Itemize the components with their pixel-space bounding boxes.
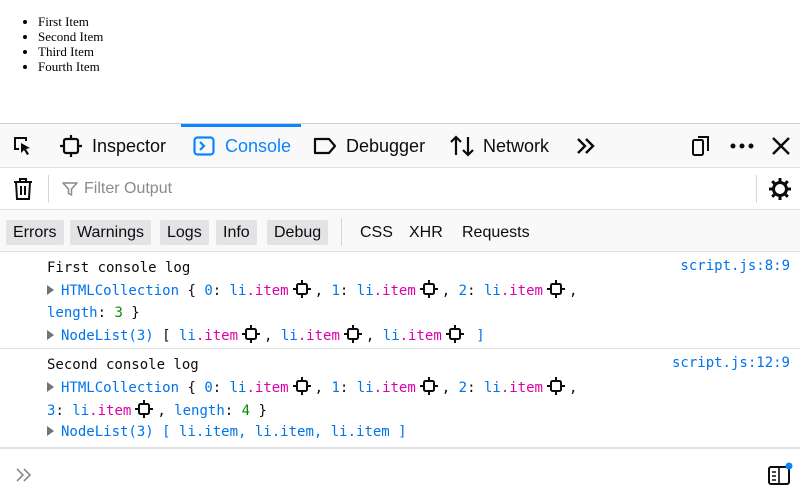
console-level-filters: Errors Warnings Logs Info Debug CSS XHR … <box>0 210 800 252</box>
chevron-double-right-icon <box>577 138 595 154</box>
log-source-link[interactable]: script.js:12:9 <box>672 355 790 371</box>
clear-console-button[interactable] <box>8 168 38 210</box>
tab-label: Debugger <box>346 135 426 156</box>
list-item: Third Item <box>38 44 103 59</box>
select-node-icon[interactable] <box>419 377 438 395</box>
log-text: First console log <box>47 260 191 276</box>
select-node-icon[interactable] <box>242 325 261 343</box>
object-type: HTMLCollection <box>61 380 180 396</box>
close-icon <box>772 137 790 155</box>
htmlcollection-length: length: 3 } <box>47 305 140 321</box>
list-item: Fourth Item <box>38 59 103 74</box>
trash-icon <box>14 178 32 200</box>
log-source-link[interactable]: script.js:8:9 <box>680 258 790 274</box>
object-type: HTMLCollection <box>61 283 180 299</box>
log-text: Second console log <box>47 357 199 373</box>
network-icon <box>449 133 475 159</box>
nodelist-row[interactable]: NodeList(3) [ li.item, li.item, li.item … <box>47 422 407 442</box>
expand-arrow-icon[interactable] <box>47 285 54 295</box>
filter-warnings-button[interactable]: Warnings <box>70 220 151 245</box>
select-node-icon[interactable] <box>419 280 438 298</box>
console-input-area[interactable] <box>0 448 800 503</box>
responsive-mode-button[interactable] <box>686 124 716 168</box>
devtools-toolbar: Inspector Console Debugger Network <box>0 124 800 168</box>
expand-arrow-icon[interactable] <box>47 330 54 340</box>
list-item: Second Item <box>38 29 103 44</box>
object-type: NodeList(3) <box>61 328 154 344</box>
editor-mode-button[interactable] <box>764 453 796 497</box>
tab-inspector[interactable]: Inspector <box>58 124 166 168</box>
debugger-icon <box>312 133 338 159</box>
console-output: First console log script.js:8:9 HTMLColl… <box>0 252 800 448</box>
console-message: First console log script.js:8:9 HTMLColl… <box>0 252 800 349</box>
page-content: First Item Second Item Third Item Fourth… <box>0 0 800 123</box>
responsive-design-icon <box>692 136 709 156</box>
console-icon <box>191 133 217 159</box>
htmlcollection-row[interactable]: HTMLCollection { 0: li.item, 1: li.item,… <box>47 377 577 397</box>
tab-label: Console <box>225 135 292 156</box>
gear-icon <box>769 178 791 200</box>
filter-output-input[interactable] <box>60 174 740 204</box>
select-node-icon[interactable] <box>546 280 565 298</box>
select-node-icon[interactable] <box>292 377 311 395</box>
select-node-icon[interactable] <box>546 377 565 395</box>
tab-label: Inspector <box>92 135 167 156</box>
filter-debug-button[interactable]: Debug <box>267 220 329 245</box>
object-type: NodeList(3) <box>61 424 154 440</box>
select-node-icon[interactable] <box>343 325 362 343</box>
nodelist-row[interactable]: NodeList(3) [ li.item, li.item, li.item … <box>47 325 485 345</box>
tab-console[interactable]: Console <box>181 124 301 168</box>
more-tabs-button[interactable] <box>570 124 602 168</box>
prompt-chevron-icon <box>16 468 32 482</box>
filter-info-button[interactable]: Info <box>216 220 257 245</box>
list-item: First Item <box>38 14 103 29</box>
filter-divider <box>341 218 342 246</box>
sidebar-toggle-icon <box>768 462 793 485</box>
filter-logs-button[interactable]: Logs <box>160 220 209 245</box>
element-picker-icon <box>14 137 30 155</box>
tab-network[interactable]: Network <box>449 124 549 168</box>
htmlcollection-continued: 3: li.item, length: 4 } <box>47 400 267 420</box>
select-node-icon[interactable] <box>445 325 464 343</box>
console-settings-button[interactable] <box>764 168 796 210</box>
htmlcollection-row[interactable]: HTMLCollection { 0: li.item, 1: li.item,… <box>47 280 577 300</box>
console-message: Second console log script.js:12:9 HTMLCo… <box>0 349 800 448</box>
inspector-icon <box>58 133 84 159</box>
select-node-icon[interactable] <box>292 280 311 298</box>
close-devtools-button[interactable] <box>766 124 796 168</box>
more-horizontal-icon <box>730 143 754 149</box>
filter-errors-button[interactable]: Errors <box>6 220 64 245</box>
devtools-panel: Inspector Console Debugger Network Filte… <box>0 123 800 503</box>
expand-arrow-icon[interactable] <box>47 382 54 392</box>
console-filter-bar <box>0 168 800 210</box>
toolbar-divider <box>756 175 757 203</box>
tab-label: Network <box>483 135 550 156</box>
expand-arrow-icon[interactable] <box>47 426 54 436</box>
tab-debugger[interactable]: Debugger <box>312 124 425 168</box>
element-picker-button[interactable] <box>8 124 38 168</box>
filter-xhr-button[interactable]: XHR <box>409 220 443 245</box>
filter-css-button[interactable]: CSS <box>360 220 393 245</box>
filter-requests-button[interactable]: Requests <box>462 220 530 245</box>
select-node-icon[interactable] <box>135 400 154 418</box>
nodelist-preview: [ li.item, li.item, li.item ] <box>162 424 407 440</box>
toolbar-divider <box>48 175 49 203</box>
menu-button[interactable] <box>726 124 758 168</box>
item-list: First Item Second Item Third Item Fourth… <box>38 14 103 74</box>
